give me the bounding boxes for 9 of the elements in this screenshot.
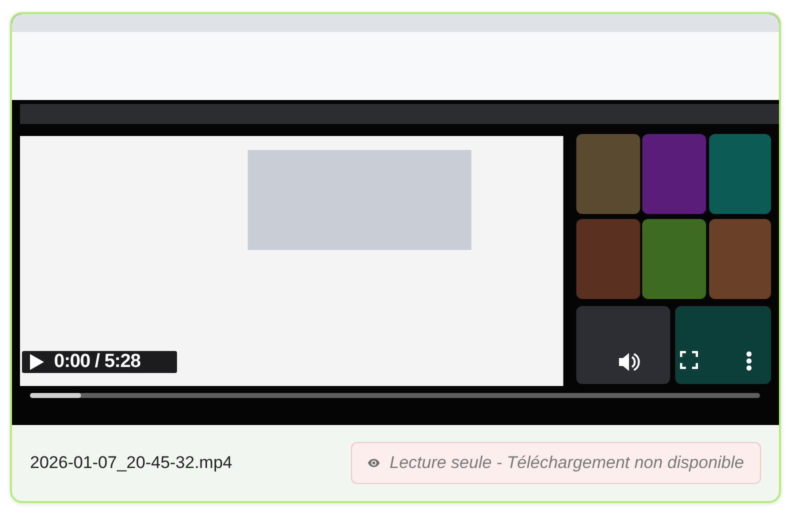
time-display: 0:00 / 5:28 (54, 350, 140, 374)
read-only-notice: Lecture seule - Téléchargement non disponible (351, 442, 761, 484)
more-options-button[interactable] (746, 351, 752, 371)
fullscreen-button[interactable] (680, 351, 698, 369)
progress-bar[interactable] (30, 393, 760, 398)
eye-icon (368, 456, 380, 470)
play-button[interactable]: 0:00 / 5:28 (22, 351, 177, 373)
file-name: 2026-01-07_20-45-32.mp4 (30, 452, 232, 474)
volume-button[interactable] (618, 351, 640, 373)
